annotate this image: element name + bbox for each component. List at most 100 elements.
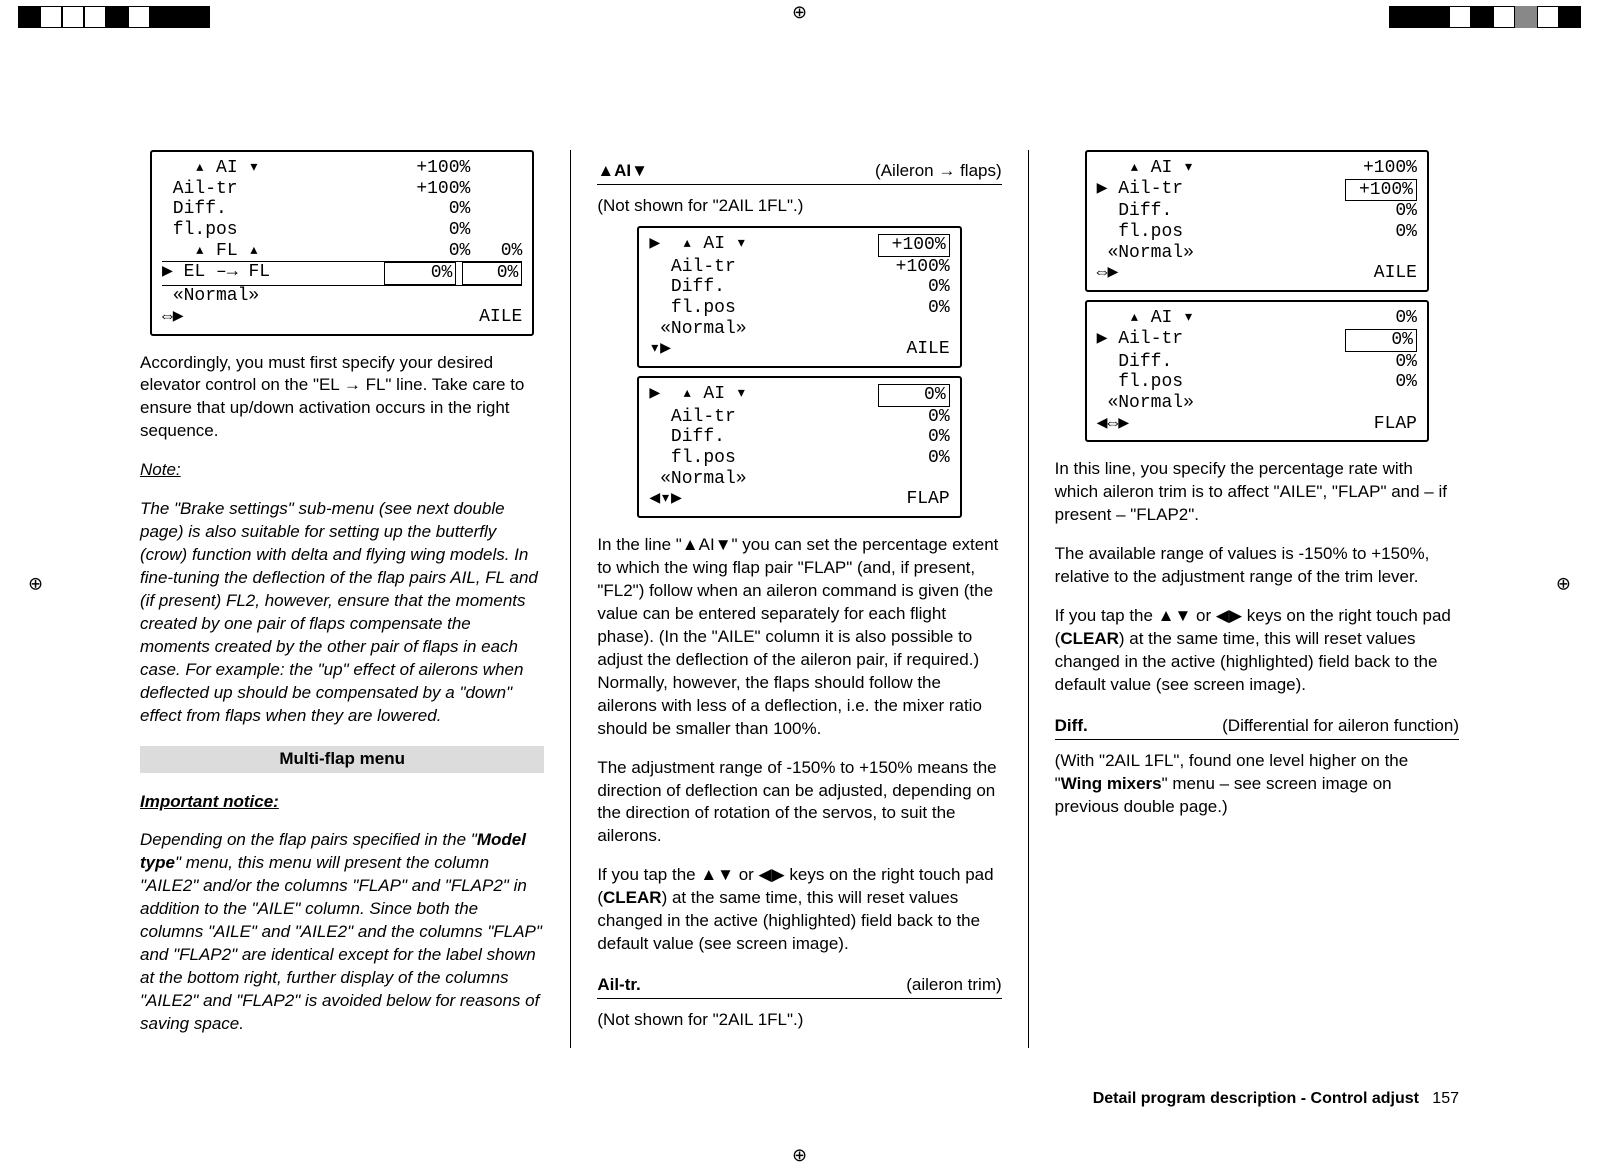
row-value: 0%: [406, 220, 470, 241]
row-value-2: 0%: [470, 241, 522, 262]
row-value-boxed: +100%: [878, 234, 950, 257]
paragraph: Accordingly, you must first specify your…: [140, 352, 544, 444]
row-label: ▶ ▴ AI ▾: [649, 234, 746, 257]
nav-arrows-icon: ▾▶: [649, 339, 671, 360]
row-label: ▶ ▴ AI ▾: [649, 384, 746, 407]
paragraph: If you tap the ▲▼ or ◀▶ keys on the righ…: [597, 864, 1001, 956]
lcd-screen-1: ▴ AI ▾+100% Ail-tr+100% Diff.0% fl.pos0%…: [150, 150, 534, 336]
term-ailtr-desc: (aileron trim): [906, 974, 1001, 997]
column-name: AILE: [886, 339, 950, 360]
registration-mark-right-icon: ⊕: [1556, 574, 1571, 595]
row-label: fl.pos: [1097, 372, 1183, 393]
subheading-multiflap: Multi-flap menu: [140, 746, 544, 773]
paragraph: In this line, you specify the percentage…: [1055, 458, 1459, 527]
note-body: The "Brake settings" sub-menu (see next …: [140, 498, 544, 727]
paragraph: If you tap the ▲▼ or ◀▶ keys on the righ…: [1055, 605, 1459, 697]
row-value: +100%: [1353, 158, 1417, 179]
row-value-boxed: 0%: [878, 384, 950, 407]
term-ai: ▲AI▼: [597, 160, 648, 183]
nav-arrows-icon: ⇔▶: [1097, 263, 1119, 284]
clear-label: CLEAR: [1060, 629, 1119, 648]
column-divider: [570, 150, 571, 1048]
row-label: Diff.: [1097, 352, 1173, 373]
row-label: Diff.: [162, 199, 227, 220]
registration-colorbar-right: [1389, 6, 1581, 28]
row-label: Diff.: [649, 277, 725, 298]
term-ai-desc: (Aileron → flaps): [875, 160, 1002, 183]
row-value: 0%: [1353, 308, 1417, 329]
subnote: (Not shown for "2AIL 1FL".): [597, 195, 1001, 218]
column-1: ▴ AI ▾+100% Ail-tr+100% Diff.0% fl.pos0%…: [140, 150, 544, 1048]
row-label: fl.pos: [162, 220, 238, 241]
row-value: 0%: [886, 298, 950, 319]
term-diff: Diff.: [1055, 715, 1088, 738]
lcd-screen-3a: ▴ AI ▾ +100% ▶ Ail-tr +100% Diff. 0% fl.pos…: [1085, 150, 1429, 292]
row-label: fl.pos: [649, 448, 735, 469]
paragraph: In the line "▲AI▼" you can set the perce…: [597, 534, 1001, 740]
registration-mark-top-icon: ⊕: [792, 2, 807, 23]
row-label: «Normal»: [1097, 393, 1194, 414]
row-label-selected: ▶ EL –→ FL: [162, 262, 270, 285]
row-label: fl.pos: [649, 298, 735, 319]
nav-arrows-icon: ◀⇔▶: [1097, 414, 1129, 435]
row-value: 0%: [1353, 352, 1417, 373]
row-label: ▶ Ail-tr: [1097, 329, 1183, 352]
row-value: 0%: [1353, 222, 1417, 243]
row-value: 0%: [886, 407, 950, 428]
row-value: 0%: [886, 427, 950, 448]
page: ⊕ ⊕ ⊕ ⊕ ▴ AI ▾ +100% Ail-tr +100% Diff. 0% …: [0, 0, 1599, 1168]
row-label: Diff.: [1097, 201, 1173, 222]
lcd-screen-2b: ▶ ▴ AI ▾ 0% Ail-tr 0% Diff. 0% fl.pos 0% «No…: [637, 376, 961, 518]
content-columns: ▴ AI ▾ +100% Ail-tr +100% Diff. 0% fl.pos 0%…: [140, 150, 1459, 1048]
row-value: 0%: [1353, 201, 1417, 222]
important-notice-heading: Important notice:: [140, 792, 279, 811]
row-value-boxed: +100%: [1345, 179, 1417, 202]
row-value: +100%: [406, 158, 470, 179]
column-2: ▲AI▼ (Aileron → flaps) (Not shown for "2A…: [597, 150, 1001, 1048]
row-value: +100%: [406, 179, 470, 200]
row-label: ▴ AI ▾: [1097, 158, 1194, 179]
column-name: AILE: [1353, 263, 1417, 284]
note-heading: Note:: [140, 460, 181, 479]
row-value-boxed: 0%: [1345, 329, 1417, 352]
column-name: AILE: [458, 307, 522, 328]
wing-mixers-label: Wing mixers: [1061, 774, 1162, 793]
row-value-boxed: 0%: [384, 262, 456, 285]
registration-colorbar-left: [18, 6, 210, 28]
row-label: «Normal»: [1097, 243, 1194, 264]
term-ailtr: Ail-tr.: [597, 974, 640, 997]
column-name: FLAP: [886, 489, 950, 510]
row-value: 0%: [406, 241, 470, 262]
nav-arrows-icon: ◀▾▶: [649, 489, 682, 510]
nav-arrows-icon: ⇔▶: [162, 307, 184, 328]
clear-label: CLEAR: [603, 888, 662, 907]
page-number: 157: [1432, 1090, 1459, 1107]
row-label: ▴ AI ▾: [162, 158, 259, 179]
row-label: «Normal»: [649, 319, 746, 340]
column-name: FLAP: [1353, 414, 1417, 435]
paragraph: The adjustment range of -150% to +150% m…: [597, 757, 1001, 849]
paragraph: The available range of values is -150% t…: [1055, 543, 1459, 589]
row-label: fl.pos: [1097, 222, 1183, 243]
column-3: ▴ AI ▾ +100% ▶ Ail-tr +100% Diff. 0% fl.pos…: [1055, 150, 1459, 1048]
row-value-boxed: 0%: [462, 262, 522, 285]
row-label: ▴ AI ▾: [1097, 308, 1194, 329]
row-label: ▶ Ail-tr: [1097, 179, 1183, 202]
row-label: «Normal»: [162, 286, 259, 307]
row-label: ▴ FL ▴: [162, 241, 259, 262]
paragraph: (With "2AIL 1FL", found one level higher…: [1055, 750, 1459, 819]
row-value: 0%: [886, 448, 950, 469]
row-label: «Normal»: [649, 469, 746, 490]
registration-mark-left-icon: ⊕: [28, 574, 43, 595]
row-value: +100%: [886, 257, 950, 278]
registration-mark-bottom-icon: ⊕: [792, 1145, 807, 1166]
important-notice-body: Depending on the flap pairs specified in…: [140, 829, 544, 1035]
row-label: Ail-tr: [649, 407, 735, 428]
row-value-2: [470, 158, 522, 179]
row-value: 0%: [406, 199, 470, 220]
row-label: Diff.: [649, 427, 725, 448]
row-value: 0%: [886, 277, 950, 298]
row-label: Ail-tr: [649, 257, 735, 278]
term-diff-desc: (Differential for aileron function): [1222, 715, 1459, 738]
lcd-screen-3b: ▴ AI ▾0% ▶ Ail-tr0% Diff.0% fl.pos0% «No…: [1085, 300, 1429, 442]
